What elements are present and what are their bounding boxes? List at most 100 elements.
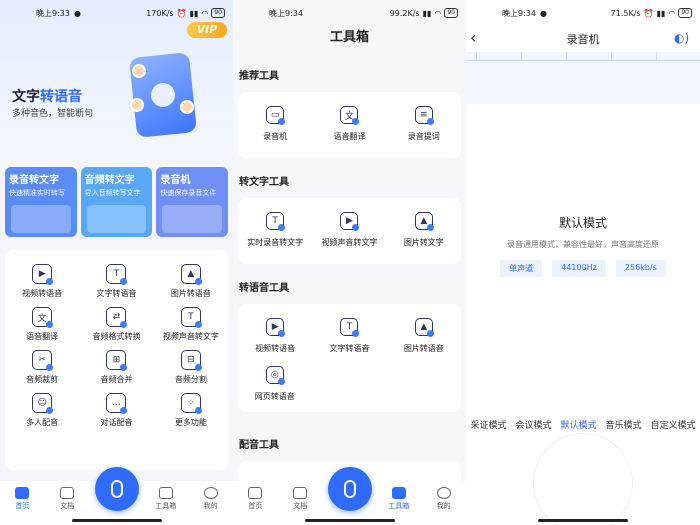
wifi-icon: ◠ <box>201 8 209 18</box>
mode-description: 录音通用模式，兼容性最好，声音高度还原 <box>507 240 659 249</box>
tool-label: 实时录音转文字 <box>247 238 304 247</box>
function-item[interactable]: ▲ 图片转语音 <box>154 264 228 299</box>
feature-card-illustration <box>162 205 223 233</box>
function-icon: ▲ <box>180 264 202 285</box>
nav-docs[interactable]: 文档 <box>278 487 323 511</box>
function-item[interactable]: ⇄ 音频格式转换 <box>79 307 153 342</box>
function-label: 视频声音转文字 <box>162 332 219 341</box>
function-icon: T <box>180 307 202 328</box>
function-item[interactable]: ⁘ 更多功能 <box>154 393 228 428</box>
page-title: 工具箱 <box>329 30 369 45</box>
avatar <box>180 100 194 114</box>
function-icon: ⊟ <box>180 350 202 371</box>
function-icon: ⊞ <box>106 350 128 371</box>
tool-item[interactable]: T 实时录音转文字 <box>238 212 312 248</box>
mic-icon <box>110 480 123 498</box>
feature-card-illustration <box>86 205 147 233</box>
function-item[interactable]: ⊟ 音频分割 <box>154 350 228 385</box>
nav-home[interactable]: 首页 <box>233 487 278 511</box>
tool-label: 录音提词 <box>407 132 440 141</box>
feature-card[interactable]: 录音转文字 快速精准实时转写 <box>5 167 77 237</box>
tool-card: T 实时录音转文字 ▶ 视频声音转文字 ▲ 图片转文字 <box>238 198 461 264</box>
bitrate-chip: 256kb/s <box>615 260 666 277</box>
mode-title: 默认模式 <box>558 216 607 230</box>
home-icon <box>248 487 263 499</box>
record-button[interactable] <box>327 467 372 511</box>
hero-subtitle: 多种音色，智能断句 <box>12 109 94 119</box>
home-indicator <box>71 519 162 522</box>
function-item[interactable]: ⊞ 音频合并 <box>79 350 153 385</box>
toolbox-screen: 晚上9:34 99.2K/s ▮▮ ◠ 90 工具箱 推荐工具 ▭ 录音机 文语音翻译… <box>233 0 466 525</box>
home-screen: VIP 文字转语音 多种音色，智能断句 晚上9:33 ● 170K/s ⏰ ▮▮… <box>0 0 233 525</box>
tool-label: 视频声音转文字 <box>321 238 378 247</box>
speaker-icon[interactable]: ◐) <box>674 31 690 45</box>
function-label: 音频格式转换 <box>92 332 141 341</box>
section-title: 转语音工具 <box>239 283 289 294</box>
waveform-timeline[interactable] <box>466 52 700 104</box>
tool-label: 文字转语音 <box>329 344 370 353</box>
section-title: 配音工具 <box>239 440 279 451</box>
tool-item[interactable]: ▶ 视频转语音 <box>238 318 312 354</box>
tool-item[interactable]: ▲ 图片转文字 <box>387 212 461 248</box>
feature-card[interactable]: 录音机 快速保存录音文件 <box>156 167 229 237</box>
function-label: 音频裁剪 <box>26 375 59 384</box>
tool-item[interactable]: ▶ 视频声音转文字 <box>313 212 387 248</box>
nav-home[interactable]: 首页 <box>0 487 45 511</box>
tool-icon: ◎ <box>265 366 285 385</box>
tool-item[interactable]: ◎ 网页转语音 <box>238 366 312 402</box>
function-item[interactable]: ▶ 视频转语音 <box>5 264 79 299</box>
tool-item[interactable]: T 文字转语音 <box>313 318 387 354</box>
mode-tab[interactable]: 采证模式 <box>470 418 506 431</box>
record-button[interactable] <box>94 467 139 511</box>
function-grid-card: ▶ 视频转语音 T 文字转语音 ▲ 图片转语音文语音翻译 ⇄ 音频格式转换 T 视频声音转文字 ✂ 音… <box>5 250 228 470</box>
wifi-icon: ◠ <box>434 8 442 18</box>
battery-icon: 90 <box>678 8 692 18</box>
signal-icon: ▮▮ <box>656 8 666 18</box>
record-ring <box>533 433 633 525</box>
avatar <box>132 64 146 78</box>
function-item[interactable]: ✂ 音频裁剪 <box>5 350 79 385</box>
function-item[interactable]: T 视频声音转文字 <box>154 307 228 342</box>
signal-icon: ▮▮ <box>189 8 199 18</box>
status-bar: 晚上9:33 ● 170K/s ⏰ ▮▮ ◠ 90 <box>0 0 233 26</box>
app-notification-icon: ● <box>539 8 547 18</box>
wifi-icon: ◠ <box>668 8 676 18</box>
mode-tab[interactable]: 音乐模式 <box>605 418 641 431</box>
back-arrow-icon[interactable]: ‹ <box>470 28 476 47</box>
tool-item[interactable]: ▲ 图片转语音 <box>387 318 461 354</box>
tool-icon: ▲ <box>414 318 434 337</box>
function-label: 多人配音 <box>26 418 59 427</box>
nav-docs[interactable]: 文档 <box>45 487 90 511</box>
function-icon: ☺ <box>32 393 54 414</box>
tool-item[interactable]: 文语音翻译 <box>313 106 387 142</box>
function-label: 更多功能 <box>174 418 207 427</box>
nav-mine[interactable]: 我的 <box>421 487 466 511</box>
tool-icon: T <box>340 318 360 337</box>
function-item[interactable]: ☺ 多人配音 <box>5 393 79 428</box>
nav-mine[interactable]: 我的 <box>188 487 233 511</box>
function-label: 对话配音 <box>100 418 133 427</box>
battery-icon: 90 <box>444 8 458 18</box>
mode-tab[interactable]: 默认模式 <box>560 418 596 431</box>
feature-card-illustration <box>11 205 71 233</box>
tool-icon: ▶ <box>340 212 360 231</box>
tool-item[interactable]: ≡ 录音提词 <box>387 106 461 142</box>
mode-tab[interactable]: 会议模式 <box>515 418 551 431</box>
home-indicator <box>304 519 395 522</box>
tool-icon: ▶ <box>266 318 286 337</box>
status-bar: 晚上9:34 ● 71.5K/s ⏰ ▮▮ ◠ 90 <box>466 0 700 26</box>
feature-card[interactable]: 音频转文字 导入音频转写文字 <box>80 167 153 237</box>
function-item[interactable]: 文语音翻译 <box>5 307 79 342</box>
feature-card-subtitle: 导入音频转写文字 <box>84 189 141 197</box>
nav-toolbox[interactable]: 工具箱 <box>376 487 421 511</box>
function-item[interactable]: … 对话配音 <box>79 393 153 428</box>
function-icon: T <box>106 264 128 285</box>
mode-tab[interactable]: 自定义模式 <box>650 418 695 431</box>
nav-toolbox[interactable]: 工具箱 <box>143 487 188 511</box>
function-item[interactable]: T 文字转语音 <box>79 264 153 299</box>
function-label: 图片转语音 <box>170 289 211 298</box>
toolbox-icon <box>391 487 406 499</box>
tool-item[interactable]: ▭ 录音机 <box>238 106 312 142</box>
feature-cards: 录音转文字 快速精准实时转写 音频转文字 导入音频转写文字 录音机 快速保存录音文件 <box>5 167 229 237</box>
section-title: 推荐工具 <box>239 71 279 82</box>
